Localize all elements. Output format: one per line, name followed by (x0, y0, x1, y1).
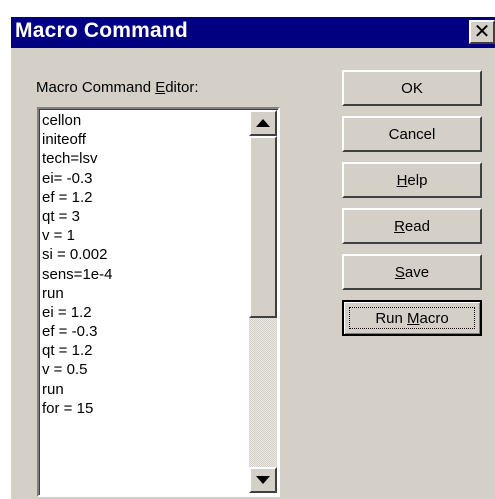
run-macro-button[interactable]: Run Macro (342, 300, 482, 336)
macro-line: ei= -0.3 (42, 169, 93, 187)
scroll-down-arrow-icon (256, 476, 270, 484)
macro-line: initeoff (42, 131, 86, 149)
window-title: Macro Command (15, 19, 188, 42)
run-macro-button-label: Run Macro (375, 309, 449, 327)
macro-line: v = 0.5 (42, 361, 88, 379)
macro-line: run (42, 284, 64, 302)
macro-lines: cellon initeoff tech=lsv ei= -0.3 ef = 1.2 qt… (42, 111, 238, 491)
macro-line: ei = 1.2 (42, 303, 92, 321)
help-button-label: Help (396, 171, 428, 189)
read-button[interactable]: Read (342, 208, 482, 244)
macro-line: ef = -0.3 (42, 323, 98, 341)
scrollbar-thumb[interactable] (249, 136, 277, 318)
macro-line: run (42, 380, 64, 398)
close-button[interactable]: ✕ (469, 20, 495, 44)
macro-line: tech=lsv (42, 150, 98, 168)
scroll-up-button[interactable] (249, 110, 277, 136)
scroll-down-button[interactable] (249, 467, 277, 493)
close-icon: ✕ (473, 21, 491, 43)
scroll-up-arrow-icon (256, 119, 270, 127)
vertical-scrollbar[interactable] (249, 110, 277, 493)
title-bar[interactable]: Macro Command ✕ (11, 17, 495, 48)
macro-line: cellon (42, 112, 82, 129)
read-button-label: Read (394, 217, 430, 235)
macro-line: v = 1 (42, 227, 75, 245)
save-button[interactable]: Save (342, 254, 482, 290)
ok-button-label: OK (401, 79, 423, 97)
macro-line: ef = 1.2 (42, 188, 93, 206)
ok-button[interactable]: OK (342, 70, 482, 106)
cancel-button[interactable]: Cancel (342, 116, 482, 152)
macro-editor-textarea[interactable]: cellon initeoff tech=lsv ei= -0.3 ef = 1.2 qt… (37, 107, 280, 497)
editor-label: Macro Command Editor: (36, 79, 199, 96)
help-button[interactable]: Help (342, 162, 482, 198)
cancel-button-label: Cancel (388, 125, 436, 143)
macro-line: qt = 1.2 (42, 342, 93, 360)
save-button-label: Save (394, 263, 430, 281)
macro-line: si = 0.002 (42, 246, 108, 264)
macro-line: sens=1e-4 (42, 265, 113, 283)
macro-command-dialog: Macro Command ✕ Macro Command Editor: ce… (10, 16, 495, 499)
macro-line: qt = 3 (42, 207, 80, 225)
macro-line: for = 15 (42, 399, 94, 417)
